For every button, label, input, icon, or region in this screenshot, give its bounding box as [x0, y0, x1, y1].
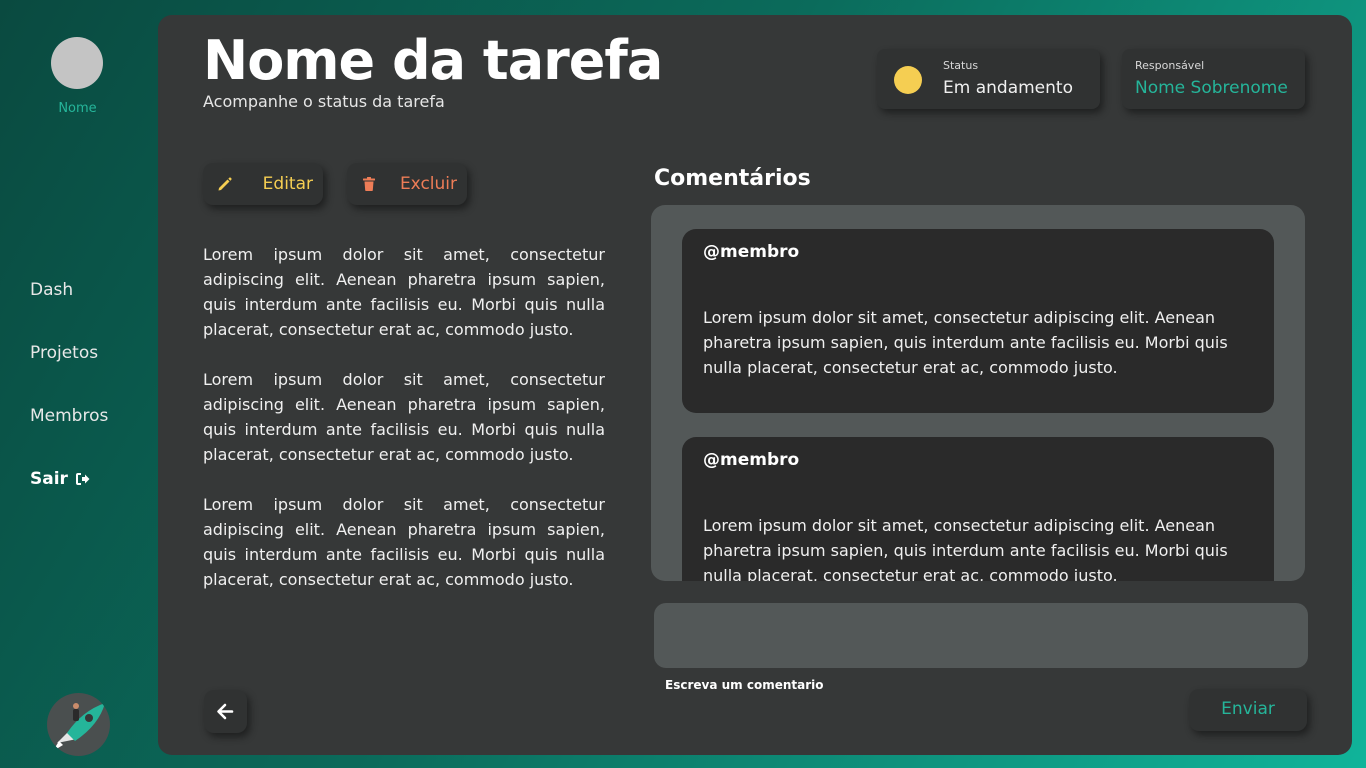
comments-title: Comentários	[654, 166, 811, 191]
arrow-left-icon	[217, 703, 234, 720]
status-value: Em andamento	[943, 78, 1073, 98]
rocket-logo-icon	[47, 693, 110, 756]
comment-input[interactable]	[654, 603, 1308, 668]
delete-button[interactable]: Excluir	[347, 163, 467, 205]
task-description: Lorem ipsum dolor sit amet, consectetur …	[203, 242, 605, 617]
comments-list[interactable]: @membro Lorem ipsum dolor sit amet, cons…	[651, 205, 1305, 581]
page-title: Nome da tarefa	[203, 29, 663, 92]
send-button[interactable]: Enviar	[1189, 689, 1307, 731]
delete-button-label: Excluir	[399, 174, 457, 194]
status-indicator-icon	[894, 66, 922, 94]
description-paragraph: Lorem ipsum dolor sit amet, consectetur …	[203, 245, 605, 339]
sidebar-item-dash[interactable]: Dash	[30, 280, 73, 300]
logout-icon	[75, 473, 90, 485]
sidebar-item-label: Sair	[30, 469, 68, 489]
responsible-label: Responsável	[1135, 59, 1205, 72]
comment-author: @membro	[703, 450, 800, 470]
description-paragraph: Lorem ipsum dolor sit amet, consectetur …	[203, 370, 605, 464]
responsible-value: Nome Sobrenome	[1135, 78, 1288, 98]
edit-button-label: Editar	[262, 174, 313, 194]
back-button[interactable]	[204, 690, 247, 733]
comment-author: @membro	[703, 242, 800, 262]
responsible-card[interactable]: Responsável Nome Sobrenome	[1122, 49, 1305, 109]
page-subtitle: Acompanhe o status da tarefa	[203, 92, 445, 111]
sidebar-item-projetos[interactable]: Projetos	[30, 343, 98, 363]
edit-button[interactable]: Editar	[203, 163, 323, 205]
sidebar-item-membros[interactable]: Membros	[30, 406, 108, 426]
status-label: Status	[943, 59, 979, 72]
comment-text: Lorem ipsum dolor sit amet, consectetur …	[703, 516, 1228, 581]
task-panel: Nome da tarefa Acompanhe o status da tar…	[158, 15, 1352, 755]
comment-input-label: Escreva um comentario	[665, 678, 824, 692]
user-name: Nome	[58, 101, 97, 116]
comment-item: @membro Lorem ipsum dolor sit amet, cons…	[682, 229, 1274, 413]
status-card[interactable]: Status Em andamento	[877, 49, 1100, 109]
comment-item: @membro Lorem ipsum dolor sit amet, cons…	[682, 437, 1274, 581]
description-paragraph: Lorem ipsum dolor sit amet, consectetur …	[203, 495, 605, 589]
trash-icon	[363, 177, 375, 191]
sidebar: Nome Dash Projetos Membros Sair	[0, 0, 158, 768]
sidebar-item-sair[interactable]: Sair	[30, 469, 90, 489]
avatar[interactable]	[51, 37, 103, 89]
comment-text: Lorem ipsum dolor sit amet, consectetur …	[703, 308, 1228, 377]
pencil-icon	[218, 177, 232, 191]
